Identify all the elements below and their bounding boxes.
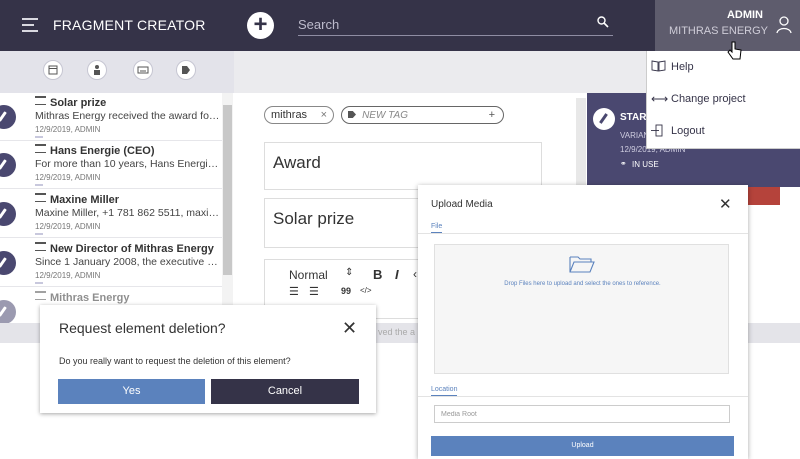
italic-button[interactable]: I [395, 267, 399, 282]
edit-pen-icon[interactable] [0, 105, 16, 129]
item-title: Solar prize [35, 96, 106, 109]
list-item[interactable]: Maxine Miller Maxine Miller, +1 781 862 … [0, 190, 222, 238]
yes-button[interactable]: Yes [58, 379, 205, 404]
app-title: FRAGMENT CREATOR [53, 17, 206, 33]
location-field[interactable] [434, 405, 730, 423]
item-meta: 12/9/2019, ADMIN [35, 271, 101, 280]
item-description: For more than 10 years, Hans Energie h..… [35, 158, 220, 170]
scrollbar-thumb[interactable] [223, 105, 232, 275]
tag-icon[interactable] [176, 60, 196, 80]
tag-icon [348, 111, 356, 118]
item-meta: 12/9/2019, ADMIN [35, 125, 101, 134]
divider [418, 233, 748, 234]
dialog-title: Upload Media [431, 199, 493, 210]
cancel-button[interactable]: Cancel [211, 379, 359, 404]
format-select[interactable]: Normal [289, 268, 328, 282]
book-icon [651, 60, 666, 75]
user-dropdown-menu: Help ⟷ Change project Logout [646, 51, 800, 149]
item-title: Hans Energie (CEO) [35, 144, 155, 157]
tag-chip[interactable]: mithras × [264, 106, 334, 124]
quote-button[interactable]: 99 [341, 286, 351, 296]
new-tag-input[interactable]: NEW TAG + [341, 106, 504, 124]
partial-text: ved the a [378, 327, 416, 337]
upload-media-dialog: Upload Media ✕ File Drop Files here to u… [418, 185, 748, 459]
drop-instructions: Drop Files here to upload and select the… [504, 281, 661, 287]
divider [418, 396, 748, 397]
item-title: Mithras Energy [35, 291, 129, 304]
bullet-list-icon[interactable]: ☰ [309, 285, 319, 298]
bold-button[interactable]: B [373, 267, 382, 282]
format-select-arrows-icon[interactable]: ⇕ [345, 267, 353, 278]
user-name: ADMIN [726, 9, 763, 21]
menu-item-logout[interactable]: Logout [647, 115, 800, 147]
edit-pen-icon[interactable] [0, 202, 16, 226]
category-field[interactable]: Award [264, 142, 542, 190]
item-description: Mithras Energy received the award for it… [35, 110, 220, 122]
remove-tag-icon[interactable]: × [321, 107, 327, 123]
item-description: Since 1 January 2008, the executive man.… [35, 256, 220, 268]
delete-confirmation-dialog: Request element deletion? ✕ Do you reall… [40, 305, 376, 413]
menu-item-label: Help [671, 61, 694, 73]
title-value: Solar prize [273, 209, 355, 228]
add-button[interactable]: + [247, 12, 274, 39]
edit-pen-icon[interactable] [0, 153, 16, 177]
item-description: Maxine Miller, +1 781 862 5511, maxine..… [35, 207, 220, 219]
menu-item-label: Change project [671, 93, 746, 105]
link-icon: ⚭ [620, 159, 627, 168]
logout-icon [651, 124, 666, 140]
item-indicator [35, 136, 43, 138]
upload-button[interactable]: Upload [431, 436, 734, 456]
dialog-title: Request element deletion? [59, 320, 226, 336]
card-variant: VARIAN [620, 131, 650, 140]
fragment-list: Solar prize Mithras Energy received the … [0, 93, 233, 323]
tab-location[interactable]: Location [431, 386, 458, 396]
tag-label: mithras [271, 109, 308, 121]
folder-icon [569, 256, 595, 273]
edit-pen-icon[interactable] [593, 108, 615, 130]
menu-item-help[interactable]: Help [647, 51, 800, 83]
menu-item-change-project[interactable]: ⟷ Change project [647, 83, 800, 115]
list-item[interactable]: Hans Energie (CEO) For more than 10 year… [0, 141, 222, 189]
item-indicator [35, 233, 43, 235]
file-drop-zone[interactable]: Drop Files here to upload and select the… [434, 244, 729, 374]
close-icon[interactable]: ✕ [719, 195, 732, 213]
code-button[interactable]: </> [360, 286, 372, 295]
item-indicator [35, 184, 43, 186]
category-value: Award [273, 153, 321, 172]
item-title: New Director of Mithras Energy [35, 242, 214, 255]
more-format-icon[interactable]: ‹ [413, 267, 417, 281]
ordered-list-icon[interactable]: ☰ [289, 285, 299, 298]
item-indicator [35, 282, 43, 284]
hand-cursor-icon [727, 41, 742, 60]
new-tag-placeholder: NEW TAG [362, 110, 408, 121]
user-company: MITHRAS ENERGY [668, 25, 768, 37]
card-status: IN USE [632, 160, 659, 169]
close-icon[interactable]: ✕ [342, 318, 357, 339]
keyboard-icon[interactable] [133, 60, 153, 80]
search-input[interactable] [298, 14, 588, 34]
search-bar [298, 14, 613, 36]
menu-item-label: Logout [671, 125, 705, 137]
calendar-icon[interactable] [43, 60, 63, 80]
edit-pen-icon[interactable] [0, 251, 16, 275]
list-item[interactable]: Solar prize Mithras Energy received the … [0, 93, 222, 141]
dialog-message: Do you really want to request the deleti… [59, 356, 291, 366]
edit-pen-icon[interactable] [0, 300, 16, 323]
list-item[interactable]: New Director of Mithras Energy Since 1 J… [0, 239, 222, 287]
item-meta: 12/9/2019, ADMIN [35, 173, 101, 182]
list-scrollbar[interactable] [222, 93, 233, 323]
filter-toolbar [0, 51, 234, 93]
swap-arrows-icon: ⟷ [651, 92, 669, 106]
hamburger-menu-icon[interactable] [22, 18, 38, 32]
item-title: Maxine Miller [35, 193, 119, 206]
item-meta: 12/9/2019, ADMIN [35, 222, 101, 231]
person-icon[interactable] [87, 60, 107, 80]
search-icon[interactable] [597, 16, 609, 28]
user-icon [776, 16, 792, 34]
add-tag-icon[interactable]: + [489, 107, 495, 123]
tab-file[interactable]: File [431, 223, 443, 233]
